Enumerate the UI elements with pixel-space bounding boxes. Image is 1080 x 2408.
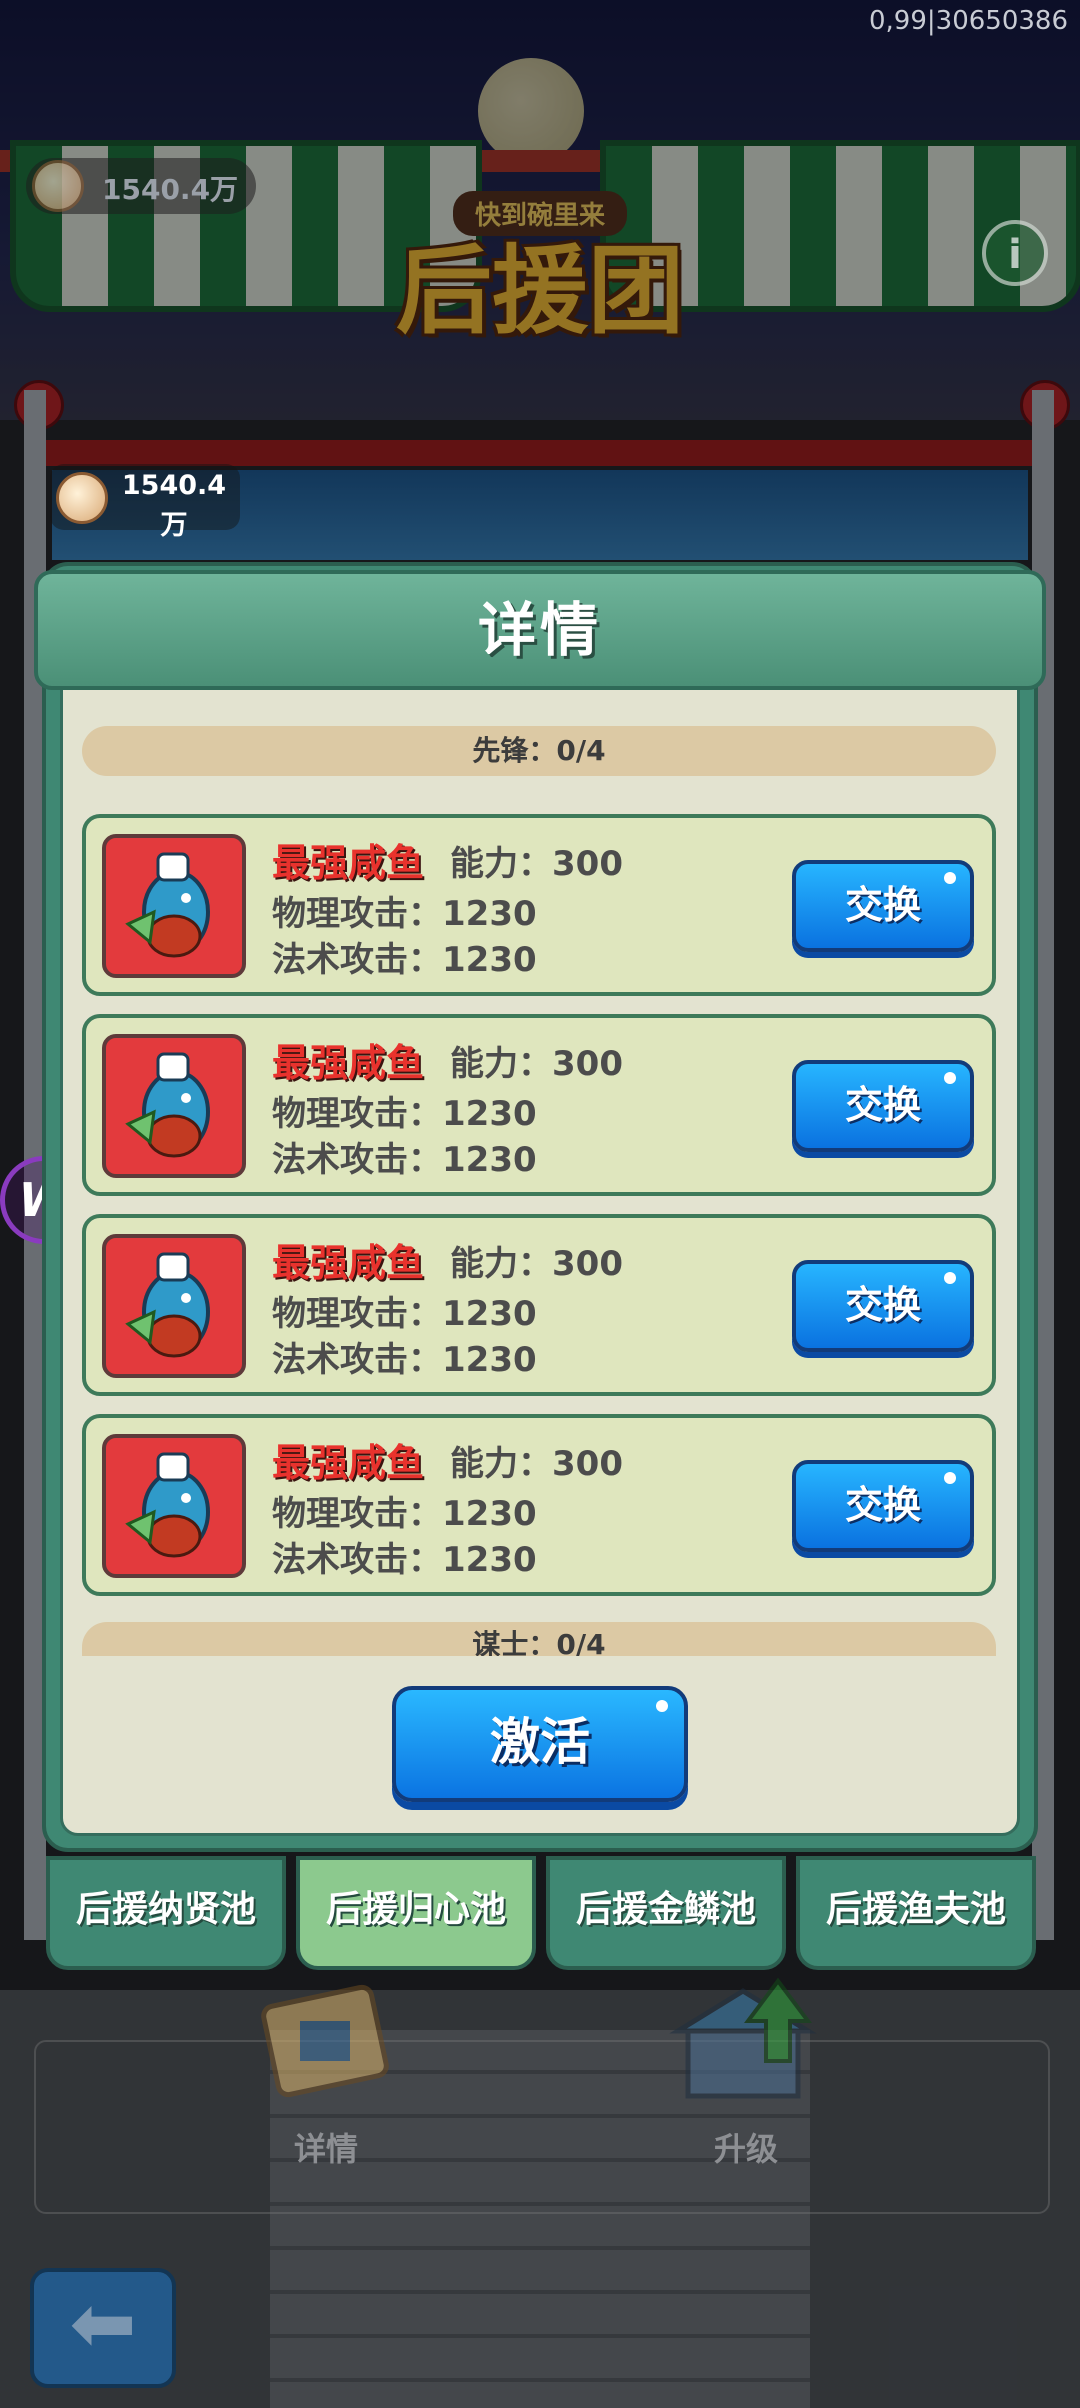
hero-name: 最强咸鱼 — [272, 1441, 425, 1485]
swap-label: 交换 — [844, 1283, 921, 1327]
hero-power: 能力：300 — [450, 1244, 623, 1284]
coin-counter: 1540.4 万 — [50, 464, 240, 541]
hero-power: 能力：300 — [450, 1444, 623, 1484]
hero-magic-attack: 法术攻击：1230 — [272, 940, 537, 980]
swap-label: 交换 — [844, 883, 921, 927]
coin-icon — [56, 472, 108, 524]
tab-pool-4[interactable]: 后援渔夫池 — [796, 1856, 1036, 1970]
hero-physical-attack: 物理攻击：1230 — [272, 1494, 537, 1534]
details-label: 详情 — [294, 2130, 359, 2168]
coin-value-unit: 万 — [160, 510, 188, 541]
button-gloss — [944, 1272, 956, 1284]
dialog-header: 详情 — [34, 570, 1046, 690]
hero-physical-attack: 物理攻击：1230 — [272, 894, 537, 934]
tab-pool-1[interactable]: 后援纳贤池 — [46, 1856, 286, 1970]
hero-card: 最强咸鱼 能力：300 物理攻击：1230 法术攻击：1230 交换 — [82, 814, 996, 996]
coin-icon — [32, 160, 84, 212]
hero-avatar — [102, 834, 246, 978]
upgrade-icon[interactable] — [668, 1976, 828, 2106]
hero-magic-attack: 法术攻击：1230 — [272, 1540, 537, 1580]
hero-name: 最强咸鱼 — [272, 1241, 425, 1285]
hero-list[interactable]: 先锋：0/4 最强咸鱼 能力：300 物理攻击：1230 法术攻击：1230 交换 最强咸… — [82, 718, 998, 1656]
hero-avatar — [102, 1034, 246, 1178]
info-button[interactable]: i — [982, 220, 1048, 286]
hero-avatar — [102, 1434, 246, 1578]
activate-button[interactable]: 激活 — [392, 1686, 688, 1802]
coin-counter-top: 1540.4万 — [26, 158, 256, 214]
dialog-title: 详情 — [477, 596, 602, 664]
section-strategist-label: 谋士：0/4 — [82, 1622, 996, 1656]
swap-label: 交换 — [844, 1483, 921, 1527]
hero-name: 最强咸鱼 — [272, 841, 425, 885]
button-gloss — [656, 1700, 668, 1712]
hero-card: 最强咸鱼 能力：300 物理攻击：1230 法术攻击：1230 交换 — [82, 1014, 996, 1196]
button-gloss — [944, 1072, 956, 1084]
version-text: 0,99|30650386 — [869, 6, 1068, 36]
swap-button[interactable]: 交换 — [792, 1260, 974, 1352]
activate-label: 激活 — [490, 1713, 590, 1771]
hero-card: 最强咸鱼 能力：300 物理攻击：1230 法术攻击：1230 交换 — [82, 1214, 996, 1396]
swap-button[interactable]: 交换 — [792, 1060, 974, 1152]
bottom-panel — [34, 2040, 1050, 2214]
hero-physical-attack: 物理攻击：1230 — [272, 1294, 537, 1334]
hero-name: 最强咸鱼 — [272, 1041, 425, 1085]
coin-top-value: 1540.4万 — [102, 173, 239, 206]
hero-power: 能力：300 — [450, 844, 623, 884]
back-button[interactable]: ⬅ — [30, 2268, 176, 2388]
coin-value: 1540.4 万 — [114, 466, 234, 546]
tab-pool-3[interactable]: 后援金鳞池 — [546, 1856, 786, 1970]
button-gloss — [944, 872, 956, 884]
hero-magic-attack: 法术攻击：1230 — [272, 1340, 537, 1380]
hero-power: 能力：300 — [450, 1044, 623, 1084]
scroll-icon[interactable] — [250, 1976, 400, 2106]
hero-magic-attack: 法术攻击：1230 — [272, 1140, 537, 1180]
button-gloss — [944, 1472, 956, 1484]
swap-label: 交换 — [844, 1083, 921, 1127]
swap-button[interactable]: 交换 — [792, 1460, 974, 1552]
section-vanguard-label: 先锋：0/4 — [82, 726, 996, 776]
back-arrow-icon: ⬅ — [69, 2277, 137, 2370]
hero-card: 最强咸鱼 能力：300 物理攻击：1230 法术攻击：1230 交换 — [82, 1414, 996, 1596]
swap-button[interactable]: 交换 — [792, 860, 974, 952]
hero-avatar — [102, 1234, 246, 1378]
hero-physical-attack: 物理攻击：1230 — [272, 1094, 537, 1134]
coin-value-number: 1540.4 — [121, 470, 227, 501]
tab-pool-2[interactable]: 后援归心池 — [296, 1856, 536, 1970]
upgrade-label: 升级 — [714, 2130, 779, 2168]
